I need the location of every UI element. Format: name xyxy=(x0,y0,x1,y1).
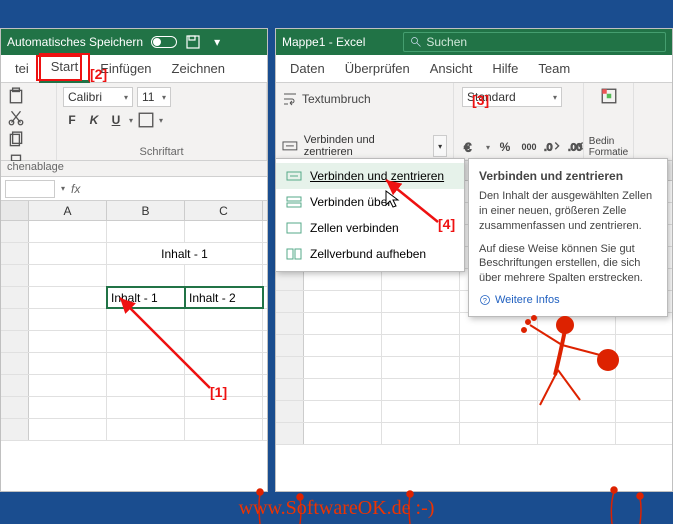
cell-b4[interactable]: Inhalt - 1 xyxy=(107,287,185,308)
ribbon-tabs-left: tei Start Einfügen Zeichnen xyxy=(1,55,267,83)
fx-icon[interactable]: fx xyxy=(71,182,80,196)
tab-help[interactable]: Hilfe xyxy=(482,57,528,82)
ribbon-tabs-right: Daten Überprüfen Ansicht Hilfe Team xyxy=(276,55,672,83)
tab-view[interactable]: Ansicht xyxy=(420,57,483,82)
col-header[interactable]: B xyxy=(107,201,185,220)
wrap-text-button[interactable]: Textumbruch xyxy=(282,87,371,111)
number-group: Standard ▾ € ▾ % 000 .0 .00 xyxy=(454,83,584,160)
col-header[interactable]: C xyxy=(185,201,263,220)
merge-dropdown-menu: Verbinden und zentrieren Verbinden über … xyxy=(275,158,465,272)
dd-unmerge[interactable]: Zellverbund aufheben xyxy=(276,241,464,267)
autosave-toggle[interactable] xyxy=(151,36,177,48)
cut-icon[interactable] xyxy=(7,109,25,127)
font-size-select[interactable]: 11 ▾ xyxy=(137,87,171,107)
alignment-group: Textumbruch Verbinden und zentrieren ▾ xyxy=(276,83,454,160)
tab-start[interactable]: Start xyxy=(39,53,90,83)
dd-merge-center[interactable]: Verbinden und zentrieren xyxy=(276,163,464,189)
tooltip-desc-1: Den Inhalt der ausgewählten Zellen in ei… xyxy=(479,189,657,234)
select-all-corner[interactable] xyxy=(1,201,29,220)
svg-text:?: ? xyxy=(483,296,487,305)
chevron-down-icon[interactable]: ▾ xyxy=(61,184,65,193)
merge-center-icon xyxy=(282,138,298,154)
number-format-select[interactable]: Standard ▾ xyxy=(462,87,562,107)
clipboard-group: ügen xyxy=(1,83,57,160)
font-name-select[interactable]: Calibri ▾ xyxy=(63,87,133,107)
currency-icon[interactable]: € xyxy=(462,138,480,156)
autosave-label: Automatisches Speichern xyxy=(7,35,143,49)
excel-window-left: Automatisches Speichern ▾ tei Start Einf… xyxy=(0,28,268,492)
mouse-cursor-icon xyxy=(385,190,401,210)
tab-team[interactable]: Team xyxy=(528,57,580,82)
styles-group-stub: Bedin Formatie xyxy=(584,83,634,160)
search-icon xyxy=(410,36,422,48)
col-header[interactable]: A xyxy=(29,201,107,220)
chevron-down-icon: ▾ xyxy=(553,93,557,102)
border-icon[interactable] xyxy=(137,111,155,129)
search-box[interactable]: Suchen xyxy=(403,32,666,52)
save-icon[interactable] xyxy=(185,34,201,50)
merge-center-icon xyxy=(286,168,302,184)
ribbon-left: ügen Calibri ▾ 11 ▾ F K U xyxy=(1,83,267,161)
row-header[interactable] xyxy=(1,243,29,264)
titlebar-left: Automatisches Speichern ▾ xyxy=(1,29,267,55)
tooltip-desc-2: Auf diese Weise können Sie gut Beschrift… xyxy=(479,242,657,287)
row-header[interactable] xyxy=(1,221,29,242)
spreadsheet-grid-left: A B C Inhalt - 1 Inhalt - 1 Inhalt - 2 xyxy=(1,201,267,491)
titlebar-right: Mappe1 - Excel Suchen xyxy=(276,29,672,55)
unmerge-icon xyxy=(286,246,302,262)
comma-style-button[interactable]: 000 xyxy=(520,138,538,156)
font-group: Calibri ▾ 11 ▾ F K U ▾ ▾ xyxy=(57,83,267,160)
dd-merge-cells[interactable]: Zellen verbinden xyxy=(276,215,464,241)
merge-dropdown-caret[interactable]: ▾ xyxy=(433,135,447,157)
row-header[interactable] xyxy=(1,287,29,308)
undo-dropdown-icon[interactable]: ▾ xyxy=(209,34,225,50)
percent-button[interactable]: % xyxy=(496,138,514,156)
tab-insert[interactable]: Einfügen xyxy=(90,57,161,82)
ribbon-right: Textumbruch Verbinden und zentrieren ▾ S… xyxy=(276,83,672,161)
svg-text:.0: .0 xyxy=(544,142,553,153)
cell-c4[interactable]: Inhalt - 2 xyxy=(185,287,263,308)
tab-draw[interactable]: Zeichnen xyxy=(162,57,235,82)
merge-cells-icon xyxy=(286,220,302,236)
tab-review[interactable]: Überprüfen xyxy=(335,57,420,82)
merged-cell[interactable]: Inhalt - 1 xyxy=(107,243,263,264)
bold-button[interactable]: F xyxy=(63,111,81,129)
row-header[interactable] xyxy=(1,265,29,286)
increase-decimal-icon[interactable]: .0 xyxy=(544,138,562,156)
chevron-down-icon: ▾ xyxy=(162,93,166,102)
dd-merge-across[interactable]: Verbinden über xyxy=(276,189,464,215)
merge-across-icon xyxy=(286,194,302,210)
mascot-figure xyxy=(510,300,630,420)
clipboard-group-label: chenablage xyxy=(1,161,267,177)
tab-file-stub[interactable]: tei xyxy=(5,57,39,82)
italic-button[interactable]: K xyxy=(85,111,103,129)
svg-text:€: € xyxy=(464,141,471,155)
formula-bar-left: ▾ fx xyxy=(1,177,267,201)
chevron-down-icon: ▾ xyxy=(124,93,128,102)
font-group-label: Schriftart xyxy=(139,146,183,158)
tooltip-title: Verbinden und zentrieren xyxy=(479,169,657,183)
help-icon: ? xyxy=(479,294,491,306)
tab-data[interactable]: Daten xyxy=(280,57,335,82)
paste-icon[interactable] xyxy=(7,87,25,105)
merge-tooltip: Verbinden und zentrieren Den Inhalt der … xyxy=(468,158,668,317)
watermark-text: www.SoftwareOK.de :-) xyxy=(0,497,673,520)
window-title: Mappe1 - Excel xyxy=(282,35,365,49)
merge-center-split-button[interactable]: Verbinden und zentrieren ▾ xyxy=(282,134,447,158)
copy-icon[interactable] xyxy=(7,131,25,149)
wrap-text-icon xyxy=(282,91,298,107)
underline-button[interactable]: U xyxy=(107,111,125,129)
name-box[interactable] xyxy=(5,180,55,198)
conditional-formatting-icon[interactable] xyxy=(600,87,618,105)
